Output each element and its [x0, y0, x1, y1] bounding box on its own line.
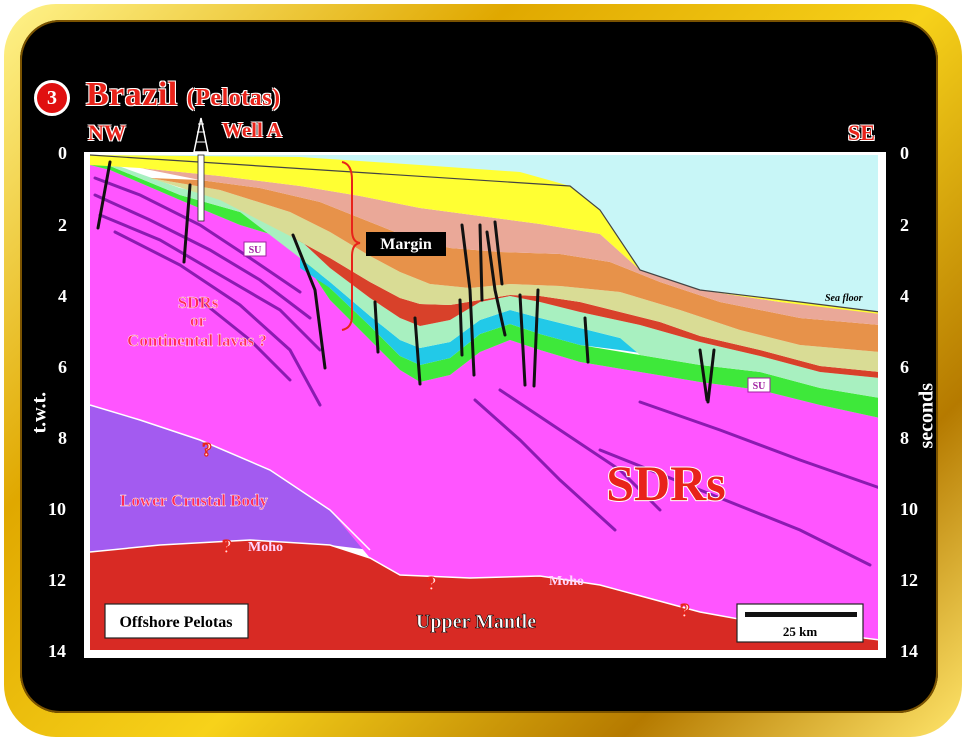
- sdrs-or-lavas-line-2: or: [190, 311, 207, 330]
- cross-section: ? ? ? ? Margin Sea floor SU SU SDRs or C…: [86, 117, 886, 658]
- location-box-label: Offshore Pelotas: [119, 614, 232, 631]
- right-axis-bar: [878, 152, 884, 658]
- scale-bar: [745, 612, 857, 617]
- sea-floor-label: Sea floor: [825, 293, 863, 304]
- su-label-1: SU: [249, 245, 262, 256]
- question-mark: ?: [427, 573, 437, 595]
- left-axis-bar: [84, 152, 88, 658]
- moho-label-1: Moho: [248, 540, 283, 555]
- scale-bar-label: 25 km: [783, 624, 817, 639]
- sdrs-or-lavas-line-1: SDRs: [178, 293, 219, 312]
- sdrs-or-lavas-line-3: Continental lavas ?: [127, 331, 267, 350]
- lower-crustal-body-label: Lower Crustal Body: [120, 491, 268, 510]
- moho-label-2: Moho: [549, 574, 584, 589]
- fault: [478, 223, 484, 302]
- margin-label: Margin: [380, 236, 432, 253]
- sdrs-big-label: SDRs: [606, 455, 725, 511]
- question-mark: ?: [222, 536, 232, 558]
- su-label-2: SU: [753, 381, 766, 392]
- upper-mantle-label: Upper Mantle: [416, 611, 536, 633]
- question-mark: ?: [680, 600, 690, 622]
- question-mark: ?: [202, 439, 212, 461]
- fault: [458, 298, 464, 357]
